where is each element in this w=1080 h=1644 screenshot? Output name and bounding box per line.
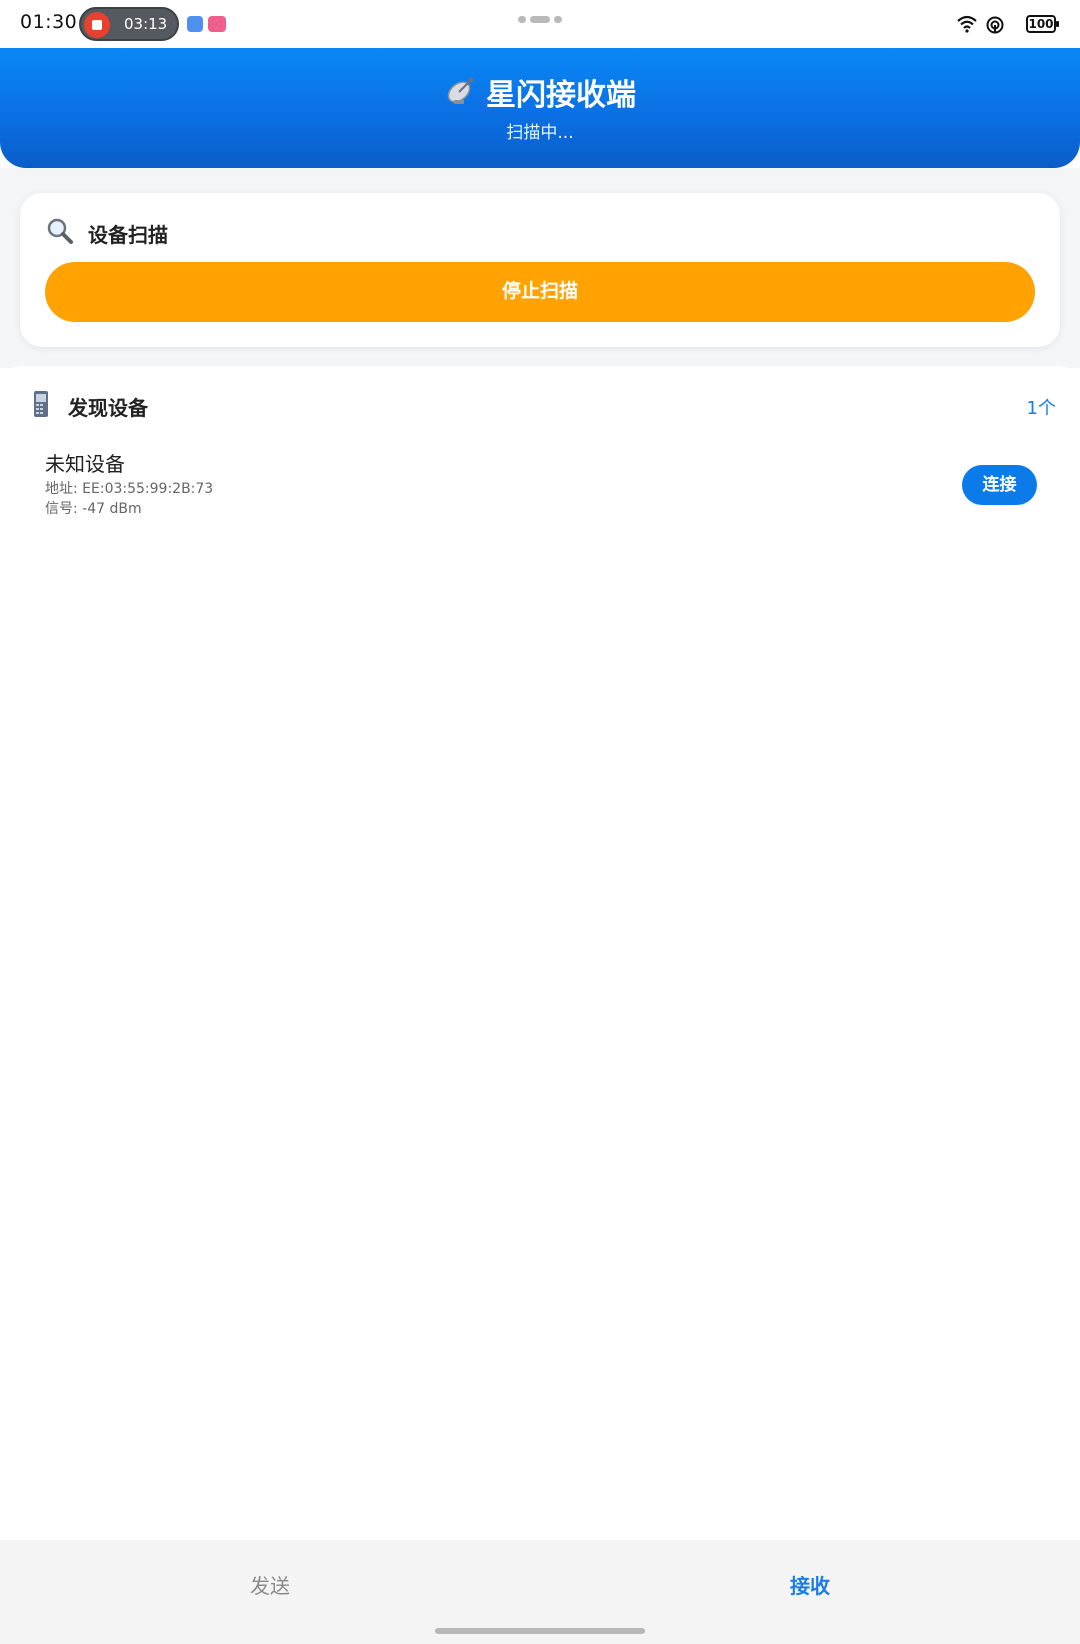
magnifier-icon: [47, 218, 73, 244]
status-bar: 01:30 03:13 100: [0, 0, 1080, 48]
tab-send[interactable]: 发送: [170, 1570, 370, 1599]
recording-time: 03:13: [124, 15, 168, 33]
phone-icon: [34, 391, 48, 417]
battery-icon: 100: [1026, 15, 1059, 33]
bottom-tab-bar: 发送 接收: [0, 1540, 1080, 1644]
screen: 01:30 03:13 100 星闪接收端 扫描中... 设备扫描 停止扫描 发…: [0, 0, 1080, 1644]
satellite-antenna-icon: [444, 73, 478, 115]
scan-status-text: 扫描中...: [506, 123, 574, 143]
scan-card-title: 设备扫描: [88, 223, 168, 247]
home-indicator[interactable]: [435, 1628, 645, 1634]
device-count: 1个: [1026, 398, 1056, 419]
app-title: 星闪接收端: [486, 78, 636, 113]
wifi-icon: [957, 15, 977, 33]
fingerprint-app-icon: [187, 16, 203, 32]
header-title-row: 星闪接收端: [0, 70, 1080, 115]
device-name: 未知设备: [45, 452, 125, 476]
status-icons: 100: [940, 13, 1060, 35]
connect-button[interactable]: 连接: [962, 465, 1037, 505]
nfc-icon: [986, 16, 1004, 34]
record-stop-icon[interactable]: [84, 12, 110, 38]
app-header: 星闪接收端 扫描中...: [0, 48, 1080, 168]
devices-section: 发现设备 1个 未知设备 地址: EE:03:55:99:2B:73 信号: -…: [0, 366, 1080, 1540]
device-address: 地址: EE:03:55:99:2B:73: [45, 481, 214, 497]
tab-receive[interactable]: 接收: [710, 1570, 910, 1599]
device-list-item[interactable]: 未知设备 地址: EE:03:55:99:2B:73 信号: -47 dBm 连…: [45, 448, 1037, 517]
screen-recording-pill[interactable]: 03:13: [79, 7, 179, 41]
devices-title: 发现设备: [68, 396, 148, 420]
scan-card: 设备扫描 停止扫描: [20, 193, 1060, 347]
stop-scan-button[interactable]: 停止扫描: [45, 262, 1035, 322]
music-app-icon: [208, 16, 226, 32]
multitask-dots[interactable]: [518, 16, 566, 24]
status-time: 01:30: [20, 11, 78, 33]
device-signal: 信号: -47 dBm: [45, 501, 142, 517]
